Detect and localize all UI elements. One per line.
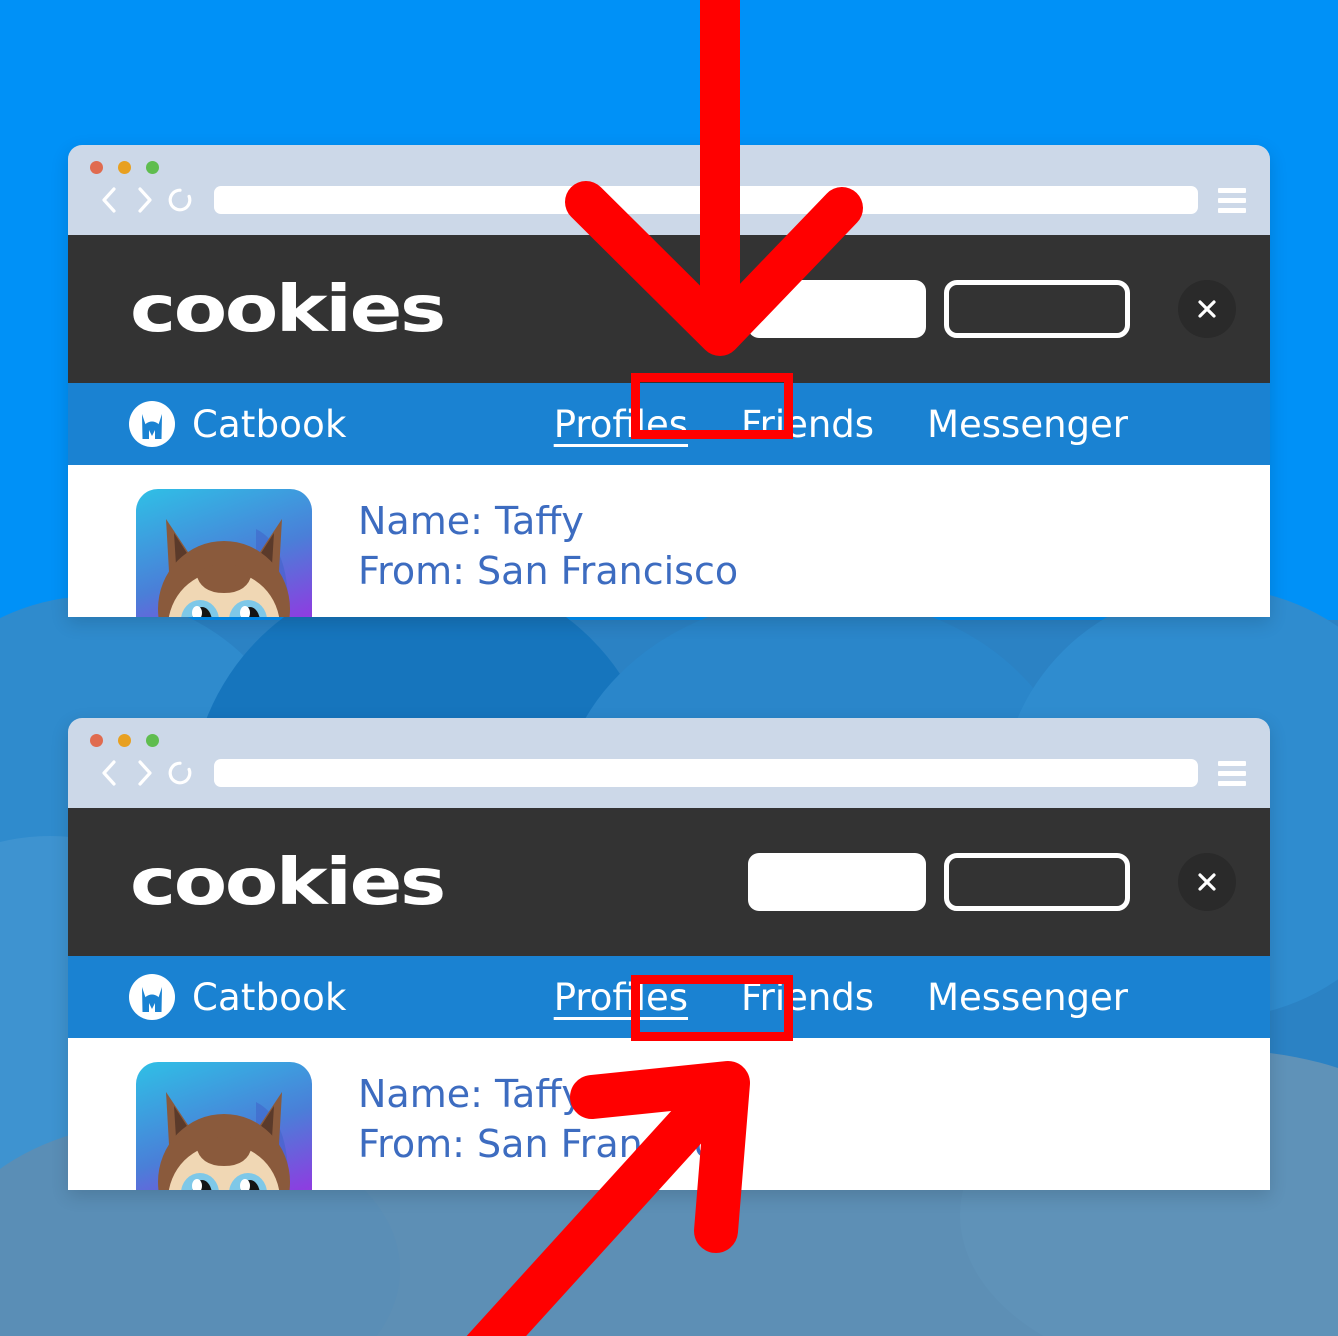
profile-field-from-value: San Francisco [477, 549, 739, 593]
brand[interactable]: Catbook [128, 400, 347, 448]
window-maximize-dot-icon[interactable] [146, 734, 159, 747]
profile-field-from: From: San Francisco [358, 549, 738, 593]
reload-icon[interactable] [162, 185, 198, 215]
browser-window-top: cookies Catbook Profiles Friends Messeng… [68, 145, 1270, 617]
chevron-left-icon[interactable] [90, 185, 126, 215]
catbook-cat-icon [129, 974, 175, 1020]
profile-field-name-label: Name: [358, 499, 483, 543]
nav-link-messenger[interactable]: Messenger [927, 976, 1128, 1019]
profile-field-from-label: From: [358, 1122, 465, 1166]
cookie-banner-close-button[interactable] [1178, 280, 1236, 338]
nav-link-profiles[interactable]: Profiles [554, 403, 688, 446]
browser-window-bottom: cookies Catbook Profiles Friends Messeng… [68, 718, 1270, 1190]
screenshot-canvas: cookies Catbook Profiles Friends Messeng… [0, 0, 1338, 1336]
brand[interactable]: Catbook [128, 973, 347, 1021]
window-close-dot-icon[interactable] [90, 734, 103, 747]
close-icon [1198, 873, 1216, 891]
traffic-lights [90, 734, 1248, 747]
nav-links: Profiles Friends Messenger [554, 403, 1210, 446]
profile-card: Name: Taffy From: San Francisco [68, 465, 1270, 617]
profile-field-from-label: From: [358, 549, 465, 593]
catbook-cat-icon [129, 401, 175, 447]
window-close-dot-icon[interactable] [90, 161, 103, 174]
profile-field-name-value: Taffy [495, 1072, 584, 1116]
chevron-left-icon[interactable] [90, 758, 126, 788]
site-navigation-bar: Catbook Profiles Friends Messenger [68, 383, 1270, 465]
cookie-banner-actions [748, 280, 1236, 338]
profile-field-from-value: San Francisco [477, 1122, 739, 1166]
profile-fields: Name: Taffy From: San Francisco [358, 1062, 738, 1166]
cookie-accept-button[interactable] [748, 853, 926, 911]
profile-field-name: Name: Taffy [358, 1072, 738, 1116]
reload-icon[interactable] [162, 758, 198, 788]
brand-label: Catbook [192, 975, 347, 1019]
cookie-consent-banner: cookies [68, 235, 1270, 383]
cookie-banner-actions [748, 853, 1236, 911]
hamburger-icon[interactable] [1218, 760, 1246, 786]
nav-link-messenger[interactable]: Messenger [927, 403, 1128, 446]
nav-link-friends[interactable]: Friends [741, 403, 874, 446]
hamburger-icon[interactable] [1218, 187, 1246, 213]
window-minimize-dot-icon[interactable] [118, 161, 131, 174]
siamese-cat-avatar [136, 489, 312, 617]
chevron-right-icon[interactable] [126, 185, 162, 215]
address-bar[interactable] [214, 759, 1198, 787]
cookie-banner-close-button[interactable] [1178, 853, 1236, 911]
profile-field-name: Name: Taffy [358, 499, 738, 543]
siamese-cat-avatar [136, 1062, 312, 1190]
cookies-wordmark: cookies [130, 844, 446, 919]
chevron-right-icon[interactable] [126, 758, 162, 788]
browser-chrome [68, 145, 1270, 235]
cookies-wordmark: cookies [130, 271, 446, 346]
profile-card: Name: Taffy From: San Francisco [68, 1038, 1270, 1190]
browser-chrome [68, 718, 1270, 808]
nav-link-profiles[interactable]: Profiles [554, 976, 688, 1019]
address-bar[interactable] [214, 186, 1198, 214]
cookie-accept-button[interactable] [748, 280, 926, 338]
traffic-lights [90, 161, 1248, 174]
window-minimize-dot-icon[interactable] [118, 734, 131, 747]
cookie-consent-banner: cookies [68, 808, 1270, 956]
profile-field-name-value: Taffy [495, 499, 584, 543]
brand-label: Catbook [192, 402, 347, 446]
close-icon [1198, 300, 1216, 318]
window-maximize-dot-icon[interactable] [146, 161, 159, 174]
profile-fields: Name: Taffy From: San Francisco [358, 489, 738, 593]
nav-links: Profiles Friends Messenger [554, 976, 1210, 1019]
cookie-decline-button[interactable] [944, 280, 1130, 338]
profile-field-from: From: San Francisco [358, 1122, 738, 1166]
nav-link-friends[interactable]: Friends [741, 976, 874, 1019]
cookie-decline-button[interactable] [944, 853, 1130, 911]
profile-field-name-label: Name: [358, 1072, 483, 1116]
site-navigation-bar: Catbook Profiles Friends Messenger [68, 956, 1270, 1038]
